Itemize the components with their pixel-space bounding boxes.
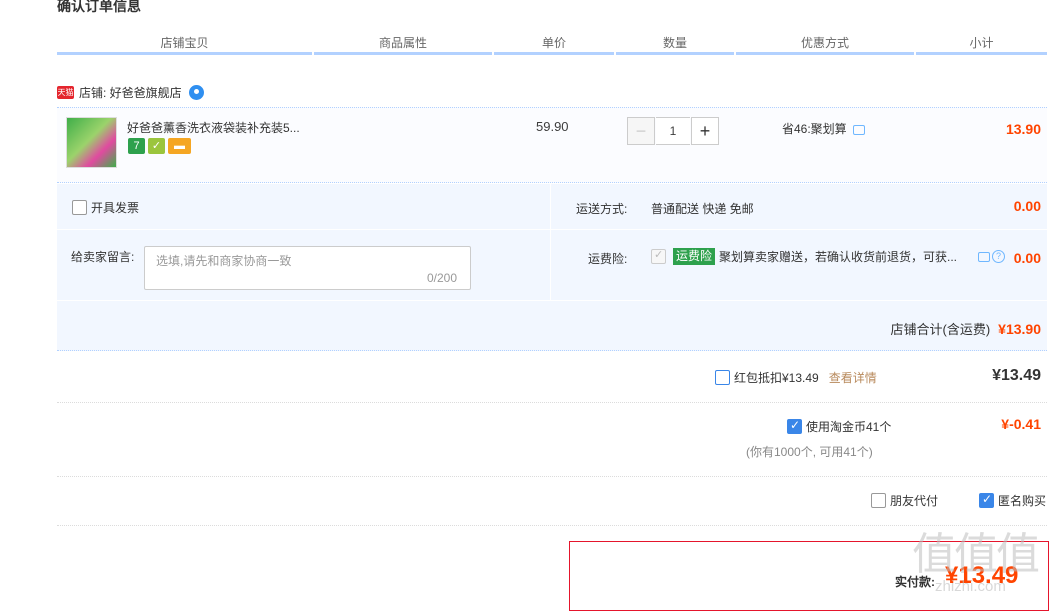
friend-pay-checkbox[interactable]	[871, 493, 886, 508]
section-title: 确认订单信息	[57, 0, 141, 14]
insurance-label: 运费险:	[588, 252, 628, 266]
quantity-minus-button[interactable]: −	[627, 117, 655, 145]
shop-total-label: 店铺合计(含运费)	[890, 322, 991, 337]
hongbao-detail-link[interactable]: 查看详情	[829, 369, 877, 386]
comment-icon[interactable]	[852, 125, 865, 135]
row-divider	[57, 476, 1047, 477]
shipping-label: 运送方式:	[576, 202, 628, 216]
invoice-checkbox[interactable]	[72, 200, 87, 215]
anonymous-label: 匿名购买	[998, 494, 1047, 508]
insurance-price: 0.00	[1013, 250, 1041, 266]
options-divider	[57, 300, 1047, 301]
card-payment-icon: ▬	[168, 138, 191, 154]
watermark-logo: 值值值	[912, 529, 1040, 580]
promotion-info: 省46:聚划算	[782, 120, 865, 137]
quantity-input[interactable]: 1	[656, 117, 690, 145]
hongbao-option: 红包抵扣¥13.49 查看详情	[715, 369, 877, 386]
anonymous-option: 匿名购买	[979, 492, 1046, 509]
comment-icon[interactable]	[978, 251, 991, 262]
column-header-quantity: 数量	[616, 33, 734, 55]
shop-line: 天猫 店铺: 好爸爸旗舰店	[57, 84, 204, 101]
hongbao-checkbox[interactable]	[715, 370, 730, 385]
column-header-shop-item: 店铺宝贝	[57, 33, 312, 55]
guarantee-icon: ✓	[148, 138, 165, 154]
promotion-text: 省46:聚划算	[782, 122, 847, 136]
taojinbi-balance: (你有1000个, 可用41个)	[746, 445, 873, 459]
help-icon[interactable]: ?	[992, 250, 1006, 263]
insurance-text: 聚划算卖家赠送，若确认收货前退货，可获...	[719, 250, 958, 264]
unit-price: 59.90	[536, 119, 569, 134]
taojinbi-amount: ¥-0.41	[1001, 416, 1041, 432]
column-header-discount: 优惠方式	[736, 33, 914, 55]
friend-pay-label: 朋友代付	[890, 494, 939, 508]
message-placeholder: 选填,请先和商家协商一致	[156, 254, 292, 268]
shop-total-value: ¥13.90	[998, 321, 1041, 337]
column-header-row: 店铺宝贝 商品属性 单价 数量 优惠方式 小计	[57, 33, 1047, 55]
column-header-attributes: 商品属性	[314, 33, 492, 55]
insurance-tag: 运费险	[673, 248, 716, 265]
watermark-url: zhizhi.com	[935, 578, 1006, 595]
taojinbi-option: 使用淘金币41个	[787, 418, 891, 435]
column-header-unit-price: 单价	[494, 33, 614, 55]
shipping-method[interactable]: 普通配送 快递 免邮	[651, 200, 754, 217]
invoice-label: 开具发票	[91, 201, 140, 215]
wangwang-chat-icon[interactable]	[188, 85, 204, 100]
shop-name[interactable]: 店铺: 好爸爸旗舰店	[79, 84, 182, 101]
quantity-plus-button[interactable]: +	[691, 117, 719, 145]
options-divider	[57, 229, 1047, 230]
shop-total: 店铺合计(含运费) ¥13.90	[891, 319, 1042, 338]
column-header-subtotal: 小计	[916, 33, 1047, 55]
insurance-checkbox	[651, 248, 666, 264]
row-divider	[57, 525, 1047, 526]
product-thumbnail[interactable]	[66, 117, 117, 168]
hongbao-label: 红包抵扣¥13.49	[734, 371, 819, 385]
taojinbi-checkbox[interactable]	[787, 418, 802, 434]
hongbao-amount: ¥13.49	[992, 367, 1041, 384]
tmall-badge: 天猫	[57, 86, 74, 99]
invoice-option: 开具发票	[72, 199, 139, 216]
quantity-stepper: − 1 +	[627, 117, 719, 145]
seven-day-return-icon: 7	[128, 138, 145, 154]
insurance-info: 运费险 聚划算卖家赠送，若确认收货前退货，可获... ?	[651, 248, 1006, 265]
anonymous-checkbox[interactable]	[979, 492, 994, 508]
friend-pay-option: 朋友代付	[871, 492, 938, 509]
message-char-count: 0/200	[427, 271, 458, 285]
options-divider	[550, 184, 551, 300]
item-subtotal: 13.90	[1005, 121, 1041, 137]
product-name[interactable]: 好爸爸薰香洗衣液袋装补充装5...	[127, 119, 300, 136]
taojinbi-label: 使用淘金币41个	[806, 420, 892, 434]
shipping-price: 0.00	[1013, 198, 1041, 214]
row-divider	[57, 402, 1047, 403]
message-label: 给卖家留言:	[71, 250, 135, 264]
